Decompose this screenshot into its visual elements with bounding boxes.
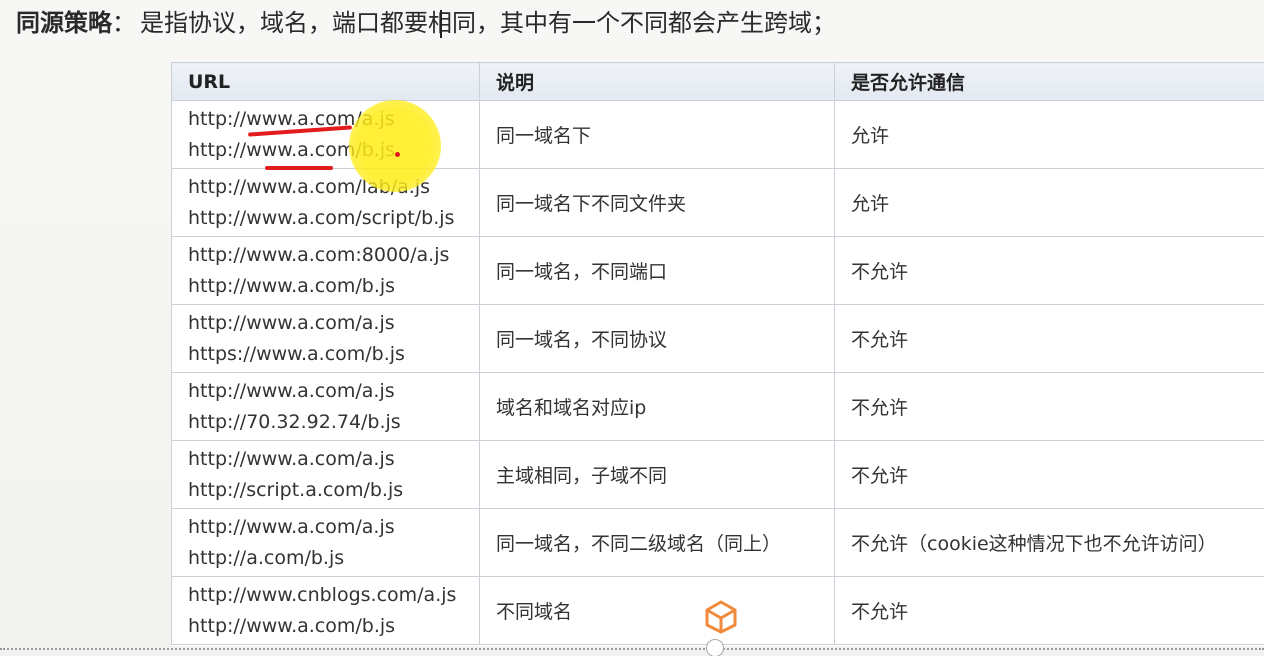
url-a: http://www.a.com:8000/a.js — [188, 243, 450, 266]
allowed-cell: 不允许 — [834, 440, 1264, 509]
url-a: http://www.a.com/a.js — [188, 447, 395, 470]
table-row: http://www.a.com/a.js http://www.a.com/b… — [171, 100, 1264, 169]
table-row: http://www.a.com/lab/a.js http://www.a.c… — [171, 168, 1264, 237]
description-cell: 不同域名 — [479, 576, 835, 645]
table-row: http://www.a.com/a.js http://a.com/b.js … — [171, 508, 1264, 577]
heading-term: 同源策略 — [16, 9, 112, 37]
url-cell: http://www.a.com/a.js http://www.a.com/b… — [171, 100, 480, 169]
text-cursor — [440, 10, 442, 38]
url-a: http://www.a.com/a.js — [188, 379, 395, 402]
description-cell: 同一域名，不同协议 — [479, 304, 835, 373]
same-origin-table: URL 说明 是否允许通信 http://www.a.com/a.js http… — [171, 62, 1264, 645]
url-cell: http://www.a.com/a.js http://a.com/b.js — [171, 508, 480, 577]
description-cell: 同一域名，不同二级域名（同上） — [479, 508, 835, 577]
url-cell: http://www.a.com/lab/a.js http://www.a.c… — [171, 168, 480, 237]
heading-colon: ： — [112, 9, 136, 37]
url-b: http://70.32.92.74/b.js — [188, 410, 401, 433]
video-progress-track[interactable] — [0, 648, 1264, 650]
page-heading: 同源策略： 是指协议，域名，端口都要相同，其中有一个不同都会产生跨域； — [16, 6, 836, 40]
watermark — [693, 588, 749, 644]
url-a: http://www.a.com/a.js — [188, 107, 395, 130]
description-cell: 同一域名下 — [479, 100, 835, 169]
table-row: http://www.a.com/a.js http://70.32.92.74… — [171, 372, 1264, 441]
description-cell: 同一域名下不同文件夹 — [479, 168, 835, 237]
url-cell: http://www.cnblogs.com/a.js http://www.a… — [171, 576, 480, 645]
url-b: http://www.a.com/b.js — [188, 614, 396, 637]
allowed-cell: 不允许 — [834, 236, 1264, 305]
header-description: 说明 — [479, 62, 835, 101]
url-b: http://www.a.com/b.js — [188, 138, 396, 161]
same-origin-table-container: URL 说明 是否允许通信 http://www.a.com/a.js http… — [171, 62, 1264, 646]
url-a: http://www.a.com/a.js — [188, 515, 395, 538]
url-b: http://script.a.com/b.js — [188, 478, 404, 501]
url-a: http://www.a.com/a.js — [188, 311, 395, 334]
allowed-cell: 不允许 — [834, 576, 1264, 645]
allowed-cell: 不允许 — [834, 372, 1264, 441]
allowed-cell: 不允许 — [834, 304, 1264, 373]
url-a: http://www.cnblogs.com/a.js — [188, 583, 457, 606]
description-cell: 域名和域名对应ip — [479, 372, 835, 441]
description-cell: 同一域名，不同端口 — [479, 236, 835, 305]
allowed-cell: 允许 — [834, 100, 1264, 169]
table-header-row: URL 说明 是否允许通信 — [171, 62, 1264, 101]
table-row: http://www.a.com/a.js https://www.a.com/… — [171, 304, 1264, 373]
url-cell: http://www.a.com/a.js http://script.a.co… — [171, 440, 480, 509]
heading-text: 是指协议，域名，端口都要相同，其中有一个不同都会产生跨域； — [140, 9, 836, 37]
screen: 同源策略： 是指协议，域名，端口都要相同，其中有一个不同都会产生跨域； URL 说… — [0, 0, 1264, 656]
url-b: https://www.a.com/b.js — [188, 342, 405, 365]
url-b: http://www.a.com/script/b.js — [188, 206, 455, 229]
url-b: http://a.com/b.js — [188, 546, 345, 569]
table-row: http://www.a.com/a.js http://script.a.co… — [171, 440, 1264, 509]
header-allowed: 是否允许通信 — [834, 62, 1264, 101]
allowed-cell: 允许 — [834, 168, 1264, 237]
url-b: http://www.a.com/b.js — [188, 274, 396, 297]
url-cell: http://www.a.com:8000/a.js http://www.a.… — [171, 236, 480, 305]
allowed-cell: 不允许（cookie这种情况下也不允许访问） — [834, 508, 1264, 577]
header-url: URL — [171, 62, 480, 101]
table-row: http://www.a.com:8000/a.js http://www.a.… — [171, 236, 1264, 305]
url-cell: http://www.a.com/a.js https://www.a.com/… — [171, 304, 480, 373]
url-cell: http://www.a.com/a.js http://70.32.92.74… — [171, 372, 480, 441]
url-a: http://www.a.com/lab/a.js — [188, 175, 431, 198]
description-cell: 主域相同，子域不同 — [479, 440, 835, 509]
video-progress-handle[interactable] — [706, 639, 724, 656]
